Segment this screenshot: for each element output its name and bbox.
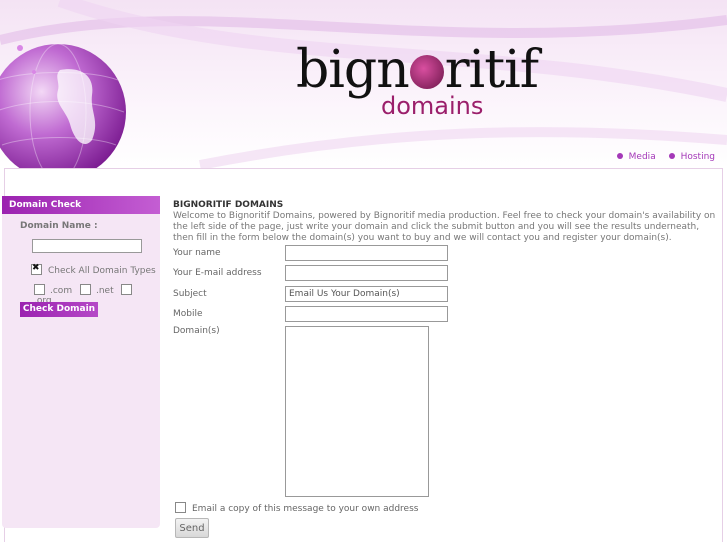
send-button[interactable]: Send — [175, 518, 209, 538]
domain-name-label: Domain Name : — [20, 221, 98, 231]
mobile-field[interactable] — [285, 306, 448, 322]
check-domain-button[interactable]: Check Domain — [20, 302, 98, 317]
tld-com-checkbox[interactable] — [34, 284, 45, 295]
email-label: Your E-mail address — [173, 268, 262, 278]
tld-org-checkbox[interactable] — [121, 284, 133, 295]
top-nav: Media Hosting — [607, 152, 715, 162]
name-field[interactable] — [285, 245, 448, 261]
sidebar-title: Domain Check — [2, 196, 160, 214]
subject-label: Subject — [173, 289, 207, 299]
intro-text: Welcome to Bignoritif Domains, powered b… — [173, 211, 716, 243]
bullet-icon — [668, 153, 675, 159]
nav-media[interactable]: Media — [616, 152, 656, 162]
logo-flower-icon — [409, 55, 444, 89]
globe-icon — [0, 43, 126, 168]
tld-net-checkbox[interactable] — [79, 284, 91, 295]
domains-label: Domain(s) — [173, 326, 220, 336]
bullet-icon — [616, 153, 623, 159]
header: bign ritif domains Media Hosting — [0, 0, 727, 168]
name-label: Your name — [173, 248, 221, 258]
nav-hosting[interactable]: Hosting — [668, 152, 715, 162]
check-all-checkbox[interactable] — [31, 263, 42, 275]
check-all-row[interactable]: Check All Domain Types — [31, 263, 156, 276]
sidebar: Domain Check Domain Name : Check All Dom… — [2, 196, 160, 528]
main-content: BIGNORITIF DOMAINS Welcome to Bignoritif… — [173, 200, 721, 244]
copy-row[interactable]: Email a copy of this message to your own… — [175, 502, 418, 514]
mobile-label: Mobile — [173, 309, 203, 319]
page-title: BIGNORITIF DOMAINS — [173, 200, 284, 210]
brand-logo: bign ritif — [296, 40, 539, 100]
brand-subtitle: domains — [381, 92, 484, 120]
domains-textarea[interactable] — [285, 326, 429, 497]
subject-field[interactable]: Email Us Your Domain(s) — [285, 286, 448, 302]
domain-input[interactable] — [32, 239, 142, 253]
email-field[interactable] — [285, 265, 448, 281]
copy-checkbox[interactable] — [175, 502, 186, 513]
